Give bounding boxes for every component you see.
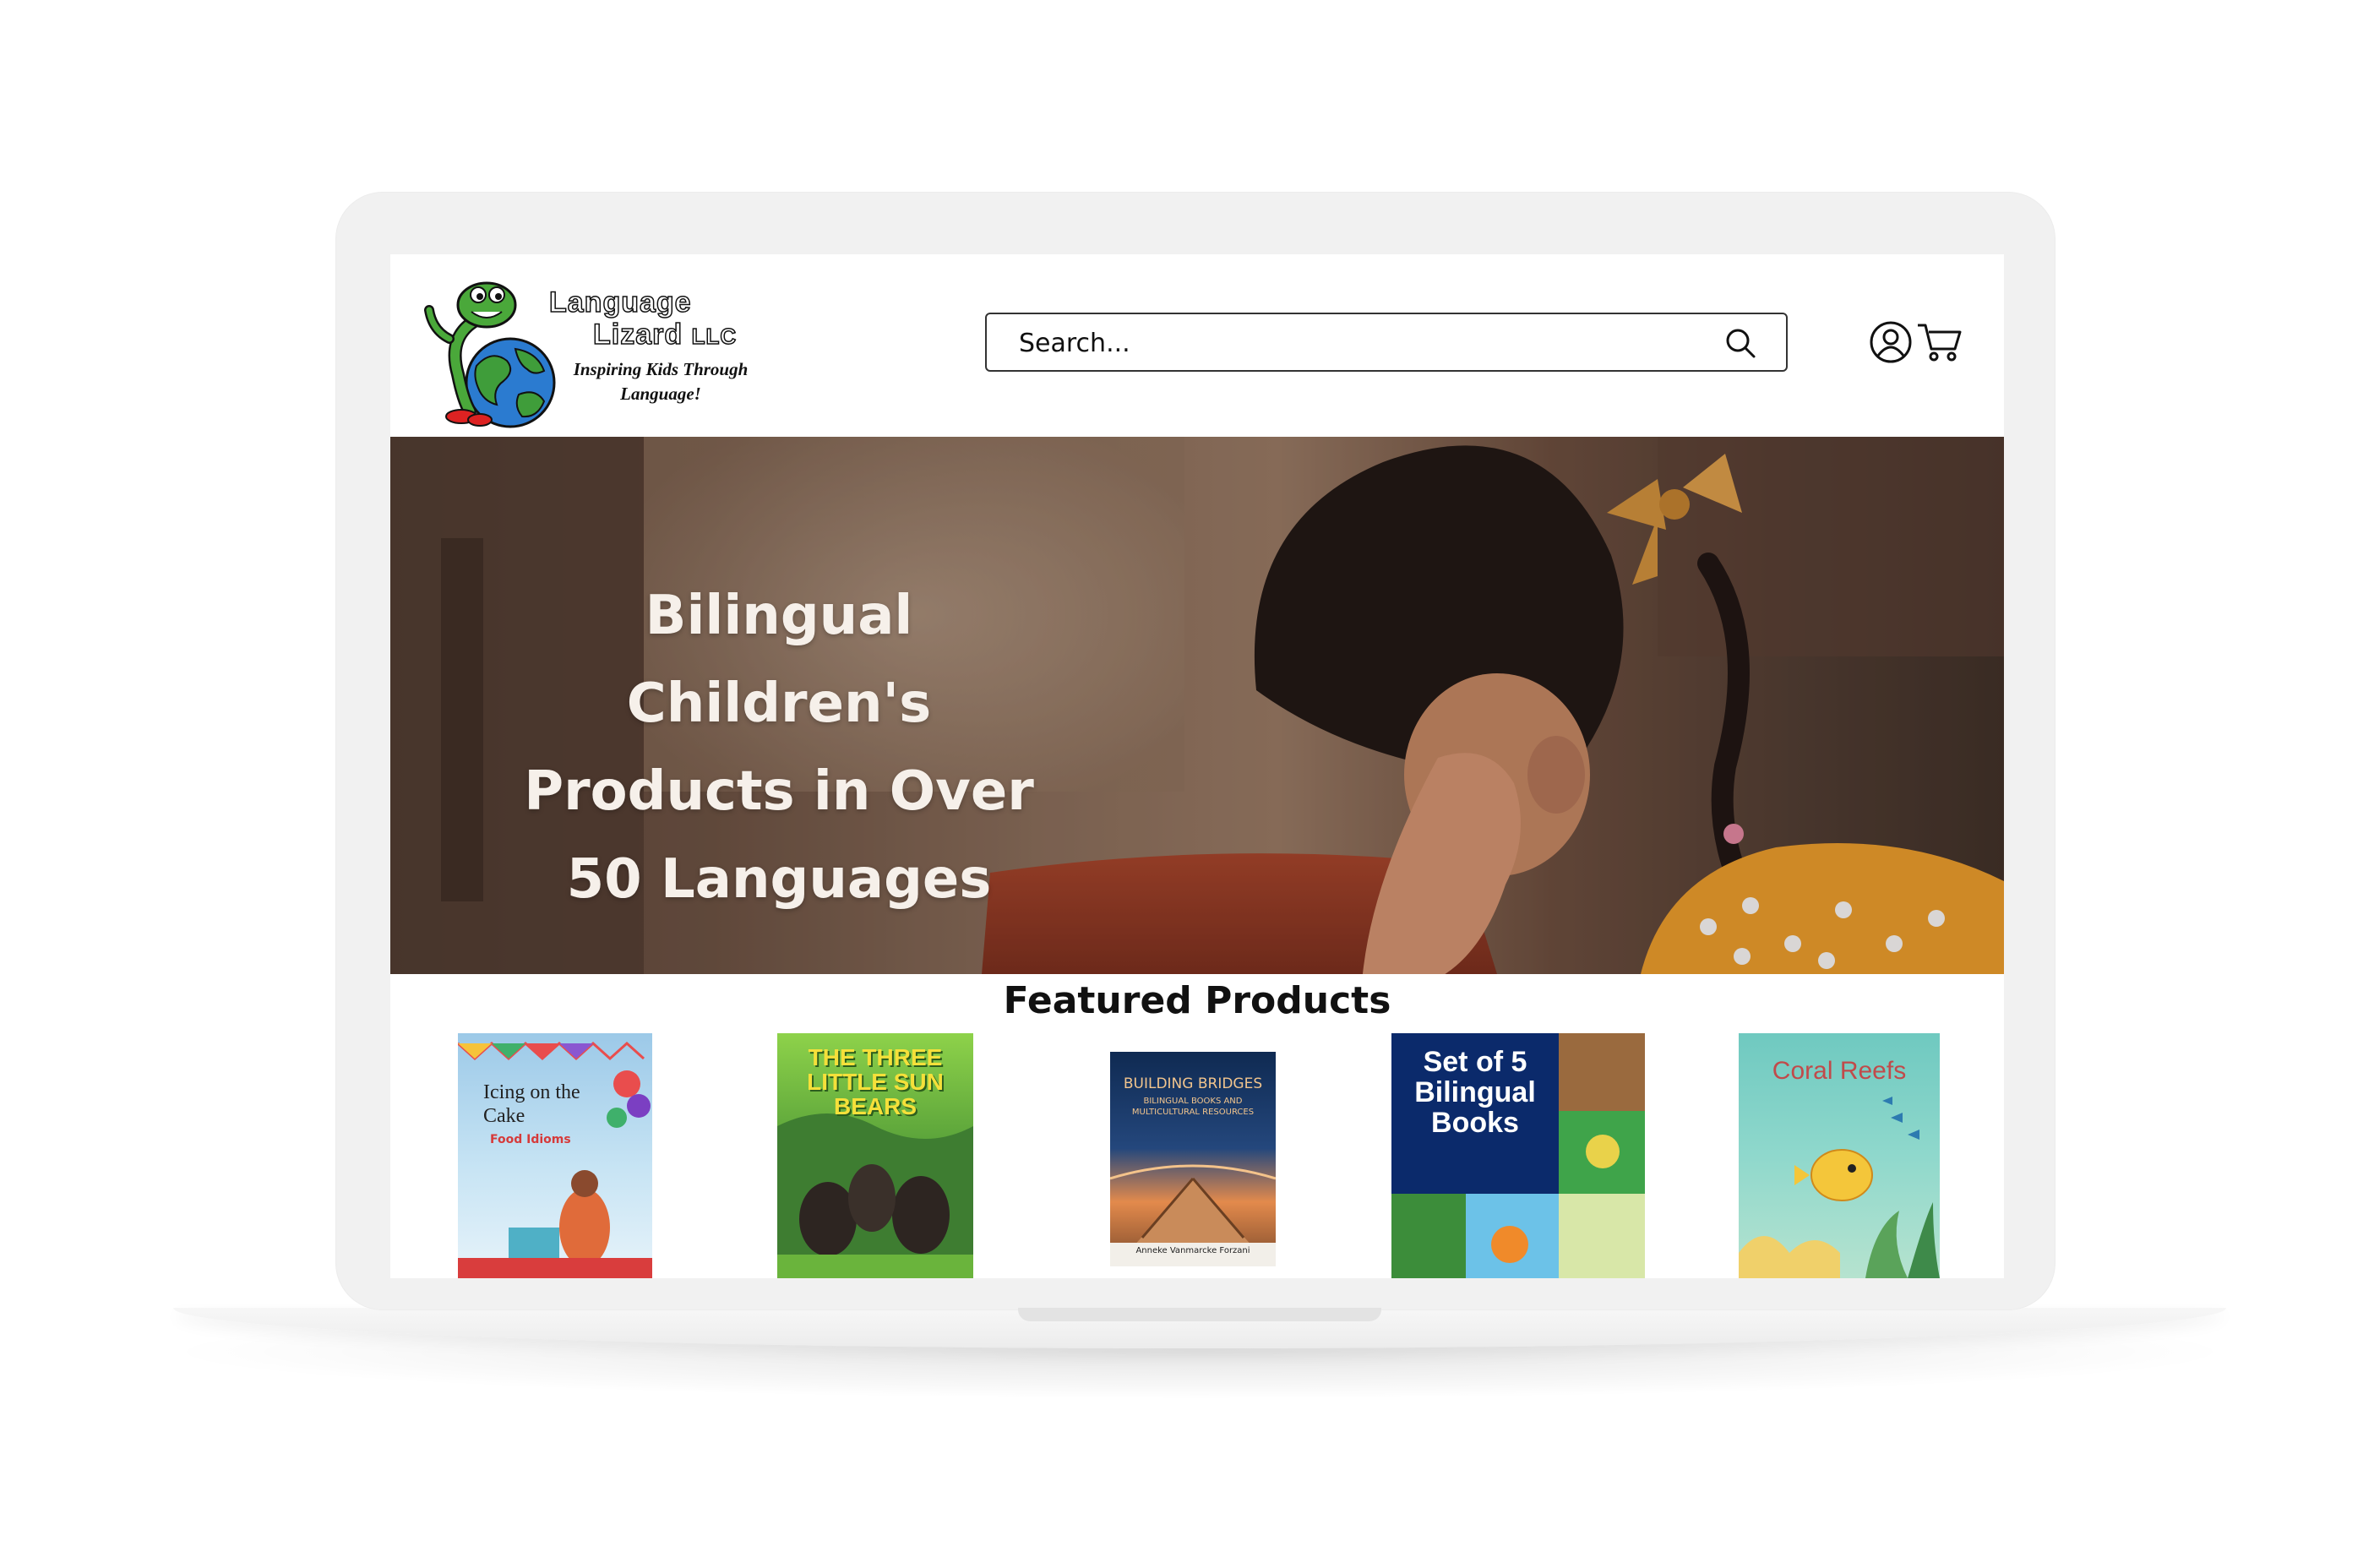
product-title: Set of 5 Bilingual Books: [1414, 1046, 1536, 1139]
laptop-notch: [1018, 1308, 1381, 1321]
logo-line1: Language: [548, 286, 692, 319]
search-icon[interactable]: [1723, 326, 1757, 360]
search-bar[interactable]: [985, 313, 1788, 372]
logo-tagline: Inspiring Kids Through Language!: [573, 359, 749, 404]
product-card-set-of-5-bilingual-books[interactable]: Set of 5 Bilingual Books: [1391, 1033, 1645, 1278]
product-card-building-bridges[interactable]: BUILDING BRIDGES BILINGUAL BOOKS AND MUL…: [1110, 1052, 1276, 1266]
product-subtitle: Food Idioms: [490, 1133, 571, 1146]
shopping-cart-icon[interactable]: [1916, 322, 1963, 362]
website-screen: Language Lizard LLC Inspiring Kids Throu…: [390, 254, 2004, 1278]
product-card-icing-on-the-cake[interactable]: Icing on the Cake Food Idioms: [458, 1033, 652, 1278]
product-title: Coral Reefs: [1772, 1057, 1907, 1085]
user-circle-icon[interactable]: [1869, 320, 1913, 364]
logo-suffix: LLC: [691, 323, 738, 350]
product-card-three-little-sun-bears[interactable]: THE THREE LITTLE SUN BEARS: [777, 1033, 973, 1278]
site-logo[interactable]: Language Lizard LLC Inspiring Kids Throu…: [424, 271, 748, 430]
product-title: THE THREE LITTLE SUN BEARS: [807, 1044, 944, 1119]
search-input[interactable]: [1017, 326, 1713, 360]
featured-products-title: Featured Products: [1003, 979, 1391, 1022]
logo-line2: Lizard: [592, 318, 683, 351]
hero-heading: Bilingual Children's Products in Over 50…: [524, 585, 1034, 911]
product-title: BUILDING BRIDGES: [1123, 1075, 1263, 1092]
logo-wordmark: Language Lizard LLC: [548, 286, 738, 352]
hero-banner: Bilingual Children's Products in Over 50…: [390, 437, 2004, 974]
product-subtitle: BILINGUAL BOOKS AND MULTICULTURAL RESOUR…: [1131, 1097, 1255, 1117]
product-title: Icing on the Cake: [483, 1081, 580, 1127]
product-author: Anneke Vanmarcke Forzani: [1135, 1246, 1250, 1255]
product-card-coral-reefs[interactable]: Coral Reefs: [1739, 1033, 1940, 1278]
book-cover-icing-on-the-cake: [458, 1041, 652, 1278]
